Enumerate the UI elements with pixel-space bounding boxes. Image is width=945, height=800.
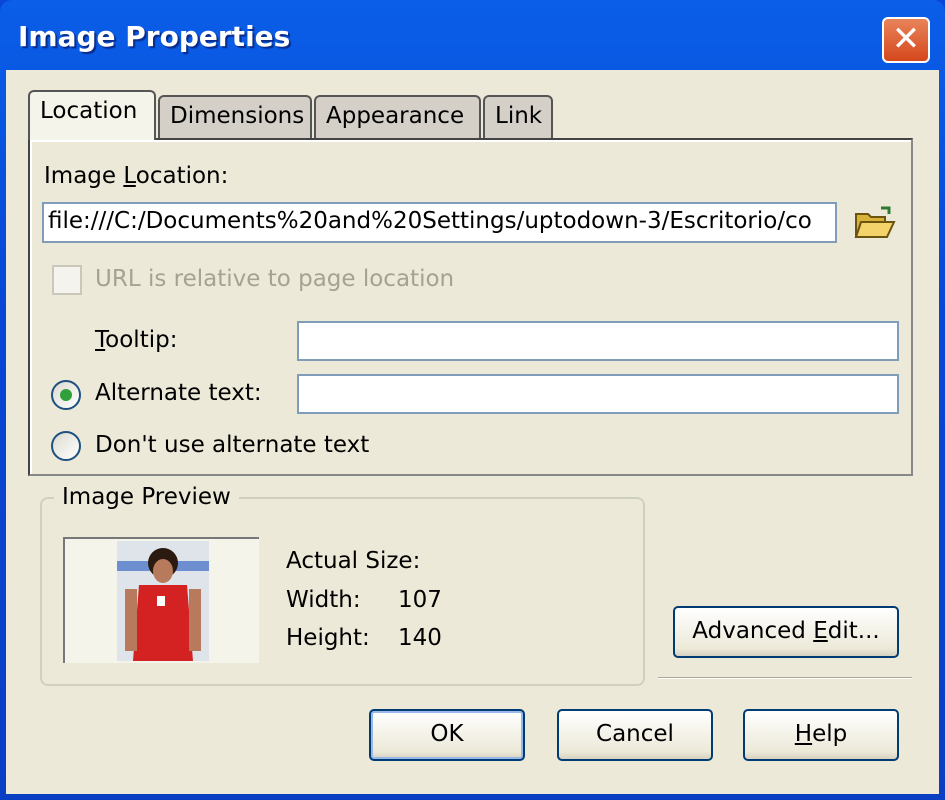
close-button[interactable]: ✕ bbox=[882, 17, 930, 63]
cancel-button[interactable]: Cancel bbox=[557, 709, 713, 761]
height-label: Height: bbox=[286, 625, 370, 651]
separator bbox=[658, 677, 912, 679]
window-title: Image Properties bbox=[18, 20, 291, 53]
alternate-text-input[interactable] bbox=[297, 374, 899, 414]
image-preview-title: Image Preview bbox=[54, 484, 239, 510]
image-location-input[interactable]: file:///C:/Documents%20and%20Settings/up… bbox=[42, 202, 837, 243]
actual-size-label: Actual Size: bbox=[286, 548, 421, 574]
ok-button[interactable]: OK bbox=[369, 709, 525, 761]
alternate-text-radio[interactable] bbox=[51, 380, 81, 410]
preview-frame bbox=[63, 537, 259, 663]
advanced-edit-button[interactable]: Advanced Edit... bbox=[673, 606, 899, 658]
tab-appearance[interactable]: Appearance bbox=[314, 95, 481, 139]
preview-image bbox=[117, 541, 209, 661]
tab-location[interactable]: Location bbox=[28, 90, 156, 140]
tooltip-input[interactable] bbox=[297, 321, 899, 361]
url-relative-label: URL is relative to page location bbox=[95, 266, 455, 292]
width-value: 107 bbox=[398, 587, 442, 613]
height-value: 140 bbox=[398, 625, 442, 651]
tab-dimensions[interactable]: Dimensions bbox=[158, 95, 312, 139]
radio-selected-dot bbox=[60, 389, 72, 401]
dialog-window: Image Properties ✕ Location Dimensions A… bbox=[0, 0, 945, 800]
open-folder-icon[interactable] bbox=[853, 204, 897, 242]
no-alternate-text-label: Don't use alternate text bbox=[95, 432, 370, 458]
image-location-label: Image Location: bbox=[44, 163, 229, 189]
close-x-icon: ✕ bbox=[891, 19, 921, 59]
tooltip-label: Tooltip: bbox=[95, 327, 178, 353]
help-button[interactable]: Help bbox=[743, 709, 899, 761]
no-alternate-text-radio[interactable] bbox=[51, 431, 81, 461]
alternate-text-label: Alternate text: bbox=[95, 380, 262, 406]
width-label: Width: bbox=[286, 587, 361, 613]
tab-link[interactable]: Link bbox=[483, 95, 553, 139]
url-relative-checkbox[interactable] bbox=[52, 265, 82, 295]
